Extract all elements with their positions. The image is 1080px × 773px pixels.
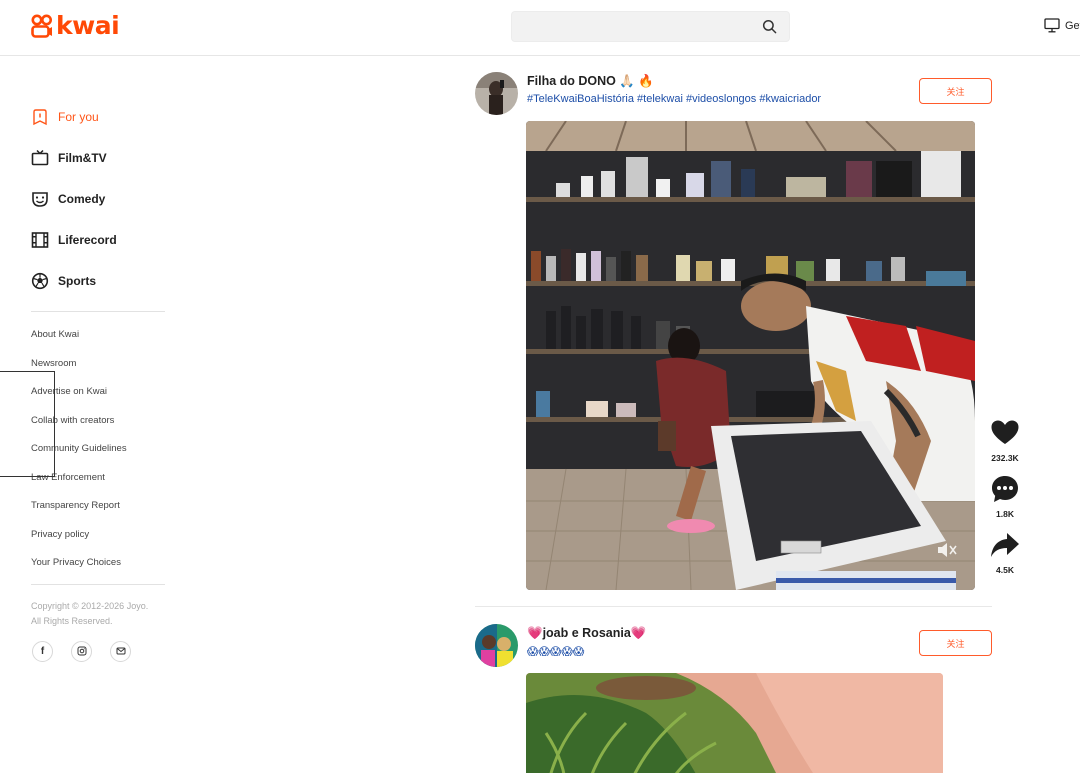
sidebar-divider [31,311,165,312]
post-author[interactable]: Filha do DONO 🙏🏻 🔥 [527,74,654,89]
get-app-label: Get [1065,19,1080,32]
follow-button[interactable]: 关注 [919,78,992,104]
rights-line: All Rights Reserved. [31,615,113,626]
sidebar-item-comedy[interactable]: Comedy [31,178,165,219]
follow-button[interactable]: 关注 [919,630,992,656]
like-count: 232.3K [991,453,1019,463]
avatar[interactable] [475,624,518,667]
social-links: f [32,640,165,662]
post-divider [475,606,992,607]
email-icon[interactable] [110,640,131,662]
footer-link-privacy-choices[interactable]: Your Privacy Choices [31,549,165,578]
kwai-logo[interactable]: kwai [31,11,120,40]
sidebar-item-film-tv[interactable]: Film&TV [31,137,165,178]
sidebar-item-label: For you [58,109,99,124]
film-strip-icon [31,231,49,249]
share-button[interactable]: 4.5K [989,529,1021,575]
sidebar-item-liferecord[interactable]: Liferecord [31,219,165,260]
footer-link-law-enforcement[interactable]: Law Enforcement [31,464,165,493]
post-hashtags[interactable]: #TeleKwaiBoaHistória #telekwai #videoslo… [527,93,821,105]
comment-icon [992,476,1018,502]
like-button[interactable]: 232.3K [989,417,1021,463]
post-actions: 232.3K 1.8K 4.5K [989,417,1021,585]
for-you-icon [31,108,49,126]
footer-link-community-guidelines[interactable]: Community Guidelines [31,435,165,464]
sidebar-divider [31,583,165,585]
comedy-mask-icon [31,190,49,208]
soccer-ball-icon [31,272,49,290]
heart-icon [991,420,1019,444]
video-player[interactable] [526,673,943,773]
comment-button[interactable]: 1.8K [989,473,1021,519]
sidebar-item-sports[interactable]: Sports [31,260,165,301]
get-app-button[interactable]: Get [1044,18,1080,33]
search-icon[interactable] [762,19,777,34]
search-input[interactable] [512,12,752,41]
copyright-line: Copyright © 2012-2026 Joyo. [31,600,149,611]
footer-link-advertise[interactable]: Advertise on Kwai [31,378,165,407]
comment-count: 1.8K [996,509,1014,519]
share-arrow-icon [991,533,1019,557]
logo-wordmark: kwai [56,11,120,40]
footer-link-newsroom[interactable]: Newsroom [31,350,165,379]
sidebar-item-label: Film&TV [58,150,107,165]
kwai-logo-icon [31,14,52,38]
monitor-icon [1044,18,1060,33]
footer-link-about-kwai[interactable]: About Kwai [31,321,165,350]
sidebar: For you Film&TV Comedy Liferecord Sports… [31,96,165,662]
sidebar-item-label: Sports [58,273,97,288]
top-header: kwai Get [0,0,1080,56]
footer-link-transparency-report[interactable]: Transparency Report [31,492,165,521]
instagram-icon[interactable] [71,640,92,662]
search-bar[interactable] [511,11,790,42]
share-count: 4.5K [996,565,1014,575]
facebook-icon[interactable]: f [32,640,53,662]
video-player[interactable] [526,121,975,590]
post-description[interactable]: 😱😱😱😱😱 [527,645,584,658]
sidebar-item-label: Comedy [58,191,106,206]
post-author[interactable]: 💗joab e Rosania💗 [527,626,646,641]
avatar[interactable] [475,72,518,115]
sidebar-item-for-you[interactable]: For you [31,96,165,137]
footer-link-privacy-policy[interactable]: Privacy policy [31,521,165,550]
footer-link-collab-creators[interactable]: Collab with creators [31,407,165,436]
tv-icon [31,149,49,167]
sidebar-item-label: Liferecord [58,232,117,247]
